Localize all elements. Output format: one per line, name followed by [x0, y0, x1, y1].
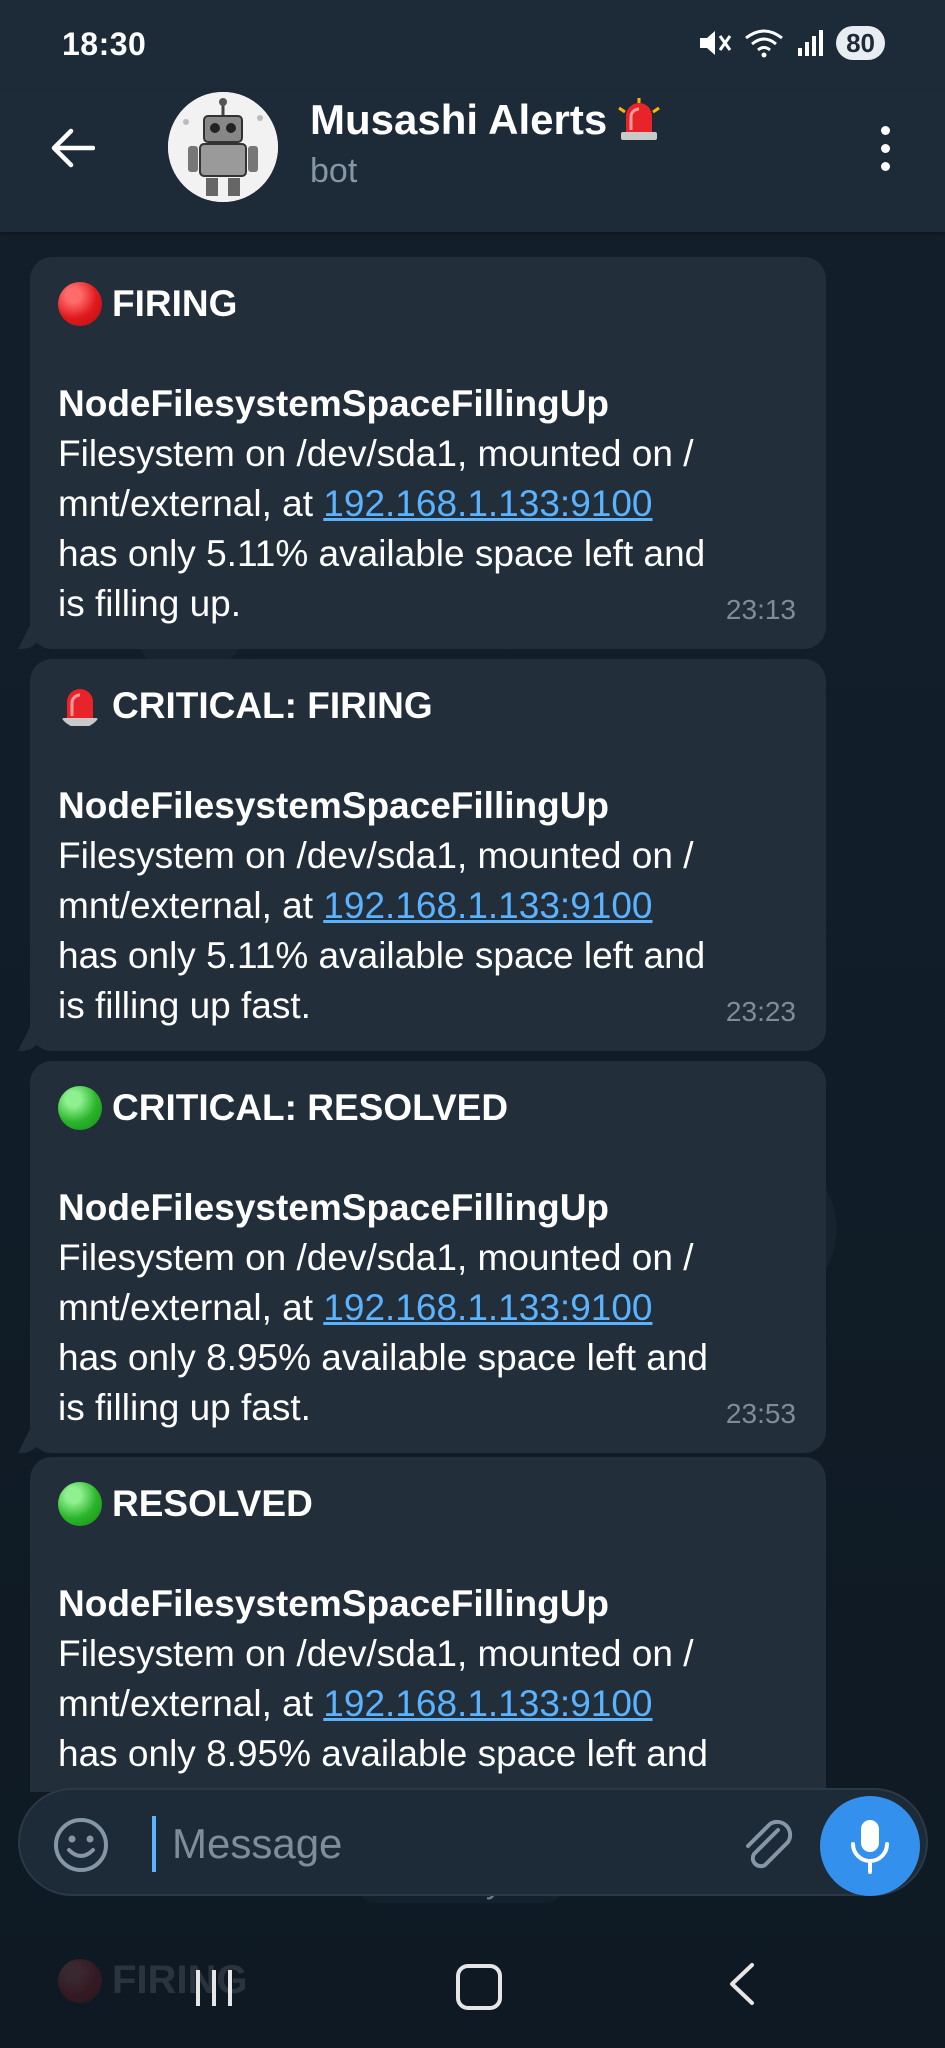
message-line: is filling up. — [58, 583, 242, 624]
wifi-icon — [745, 29, 783, 58]
message-line: mnt/external, at 192.168.1.133:9100 — [58, 479, 796, 529]
arrow-left-icon — [51, 128, 95, 168]
emoji-icon[interactable] — [52, 1816, 110, 1874]
message-text: mnt/external, at — [58, 1287, 324, 1328]
chat-title[interactable]: Musashi Alerts — [310, 96, 661, 144]
red-circle-icon — [58, 282, 102, 326]
mute-icon — [700, 31, 732, 55]
message-line: is filling up fast. — [58, 1387, 311, 1428]
message-list[interactable]: FIRING NodeFilesystemSpaceFillingUp File… — [0, 232, 945, 1792]
message-text: mnt/external, at — [58, 483, 324, 524]
ip-link[interactable]: 192.168.1.133:9100 — [323, 1683, 652, 1724]
system-back-icon[interactable] — [726, 1962, 756, 2006]
message-line: Filesystem on /dev/sda1, mounted on / — [58, 433, 694, 474]
message-heading: RESOLVED — [58, 1479, 796, 1529]
alert-name: NodeFilesystemSpaceFillingUp — [58, 383, 610, 424]
dot-icon — [880, 161, 890, 171]
message-heading: CRITICAL: FIRING — [58, 681, 796, 731]
green-circle-icon — [58, 1086, 102, 1130]
status-bar: 18:30 80 — [0, 0, 945, 90]
back-button[interactable] — [44, 120, 100, 176]
message-time: 23:53 — [725, 1398, 796, 1429]
message-line: is filling up fast. — [58, 985, 311, 1026]
alert-name: NodeFilesystemSpaceFillingUp — [58, 1187, 610, 1228]
chat-title-text: Musashi Alerts — [310, 96, 608, 143]
recent-apps-icon[interactable] — [192, 1968, 236, 2008]
message-line: Filesystem on /dev/sda1, mounted on / — [58, 835, 694, 876]
text-caret — [152, 1816, 156, 1872]
status-icons: 80 — [698, 26, 885, 60]
alert-name: NodeFilesystemSpaceFillingUp — [58, 785, 610, 826]
message-line: Filesystem on /dev/sda1, mounted on / — [58, 1633, 694, 1674]
message-heading: FIRING — [58, 279, 796, 329]
message-bubble[interactable]: FIRING NodeFilesystemSpaceFillingUp File… — [30, 257, 826, 649]
message-bubble[interactable]: CRITICAL: RESOLVED NodeFilesystemSpaceFi… — [30, 1061, 826, 1453]
message-heading: CRITICAL: RESOLVED — [58, 1083, 796, 1133]
message-line: mnt/external, at 192.168.1.133:9100 — [58, 881, 796, 931]
message-bubble[interactable]: CRITICAL: FIRING NodeFilesystemSpaceFill… — [30, 659, 826, 1051]
message-line: has only 5.11% available space left and — [58, 935, 706, 976]
dot-icon — [880, 125, 890, 135]
status-time: 18:30 — [62, 26, 147, 62]
robot-icon — [168, 92, 278, 202]
siren-icon — [618, 98, 661, 140]
alert-name: NodeFilesystemSpaceFillingUp — [58, 1583, 610, 1624]
chat-subtitle: bot — [310, 152, 358, 190]
dot-icon — [880, 143, 890, 153]
message-input[interactable] — [170, 1812, 734, 1876]
siren-icon — [62, 689, 98, 726]
microphone-icon — [851, 1820, 889, 1874]
green-circle-icon — [58, 1482, 102, 1526]
message-line: Filesystem on /dev/sda1, mounted on / — [58, 1237, 694, 1278]
ip-link[interactable]: 192.168.1.133:9100 — [323, 483, 652, 524]
message-time: 23:23 — [725, 996, 796, 1027]
chat-header: Musashi Alerts bot — [0, 90, 945, 232]
message-line: mnt/external, at 192.168.1.133:9100 — [58, 1283, 796, 1333]
message-line: mnt/external, at 192.168.1.133:9100 — [58, 1679, 796, 1729]
bot-avatar[interactable] — [168, 92, 278, 202]
paperclip-icon[interactable] — [738, 1818, 798, 1874]
signal-icon — [798, 30, 824, 56]
more-options-button[interactable] — [865, 118, 905, 178]
message-line: has only 5.11% available space left and — [58, 533, 706, 574]
message-bubble[interactable]: RESOLVED NodeFilesystemSpaceFillingUp Fi… — [30, 1457, 826, 1792]
message-status: FIRING — [112, 283, 238, 324]
message-composer — [18, 1788, 928, 1896]
home-button[interactable] — [456, 1964, 502, 2010]
battery-indicator: 80 — [836, 26, 885, 60]
message-status: CRITICAL: RESOLVED — [112, 1087, 509, 1128]
message-line: has only 8.95% available space left and — [58, 1733, 708, 1774]
message-time: 23:13 — [725, 594, 796, 625]
message-text: mnt/external, at — [58, 885, 324, 926]
voice-record-button[interactable] — [820, 1796, 920, 1896]
ip-link[interactable]: 192.168.1.133:9100 — [323, 885, 652, 926]
message-status: RESOLVED — [112, 1483, 313, 1524]
message-text: mnt/external, at — [58, 1683, 324, 1724]
ip-link[interactable]: 192.168.1.133:9100 — [323, 1287, 652, 1328]
message-line: has only 8.95% available space left and — [58, 1337, 708, 1378]
message-status: CRITICAL: FIRING — [112, 685, 433, 726]
system-navigation-bar — [0, 1930, 945, 2048]
